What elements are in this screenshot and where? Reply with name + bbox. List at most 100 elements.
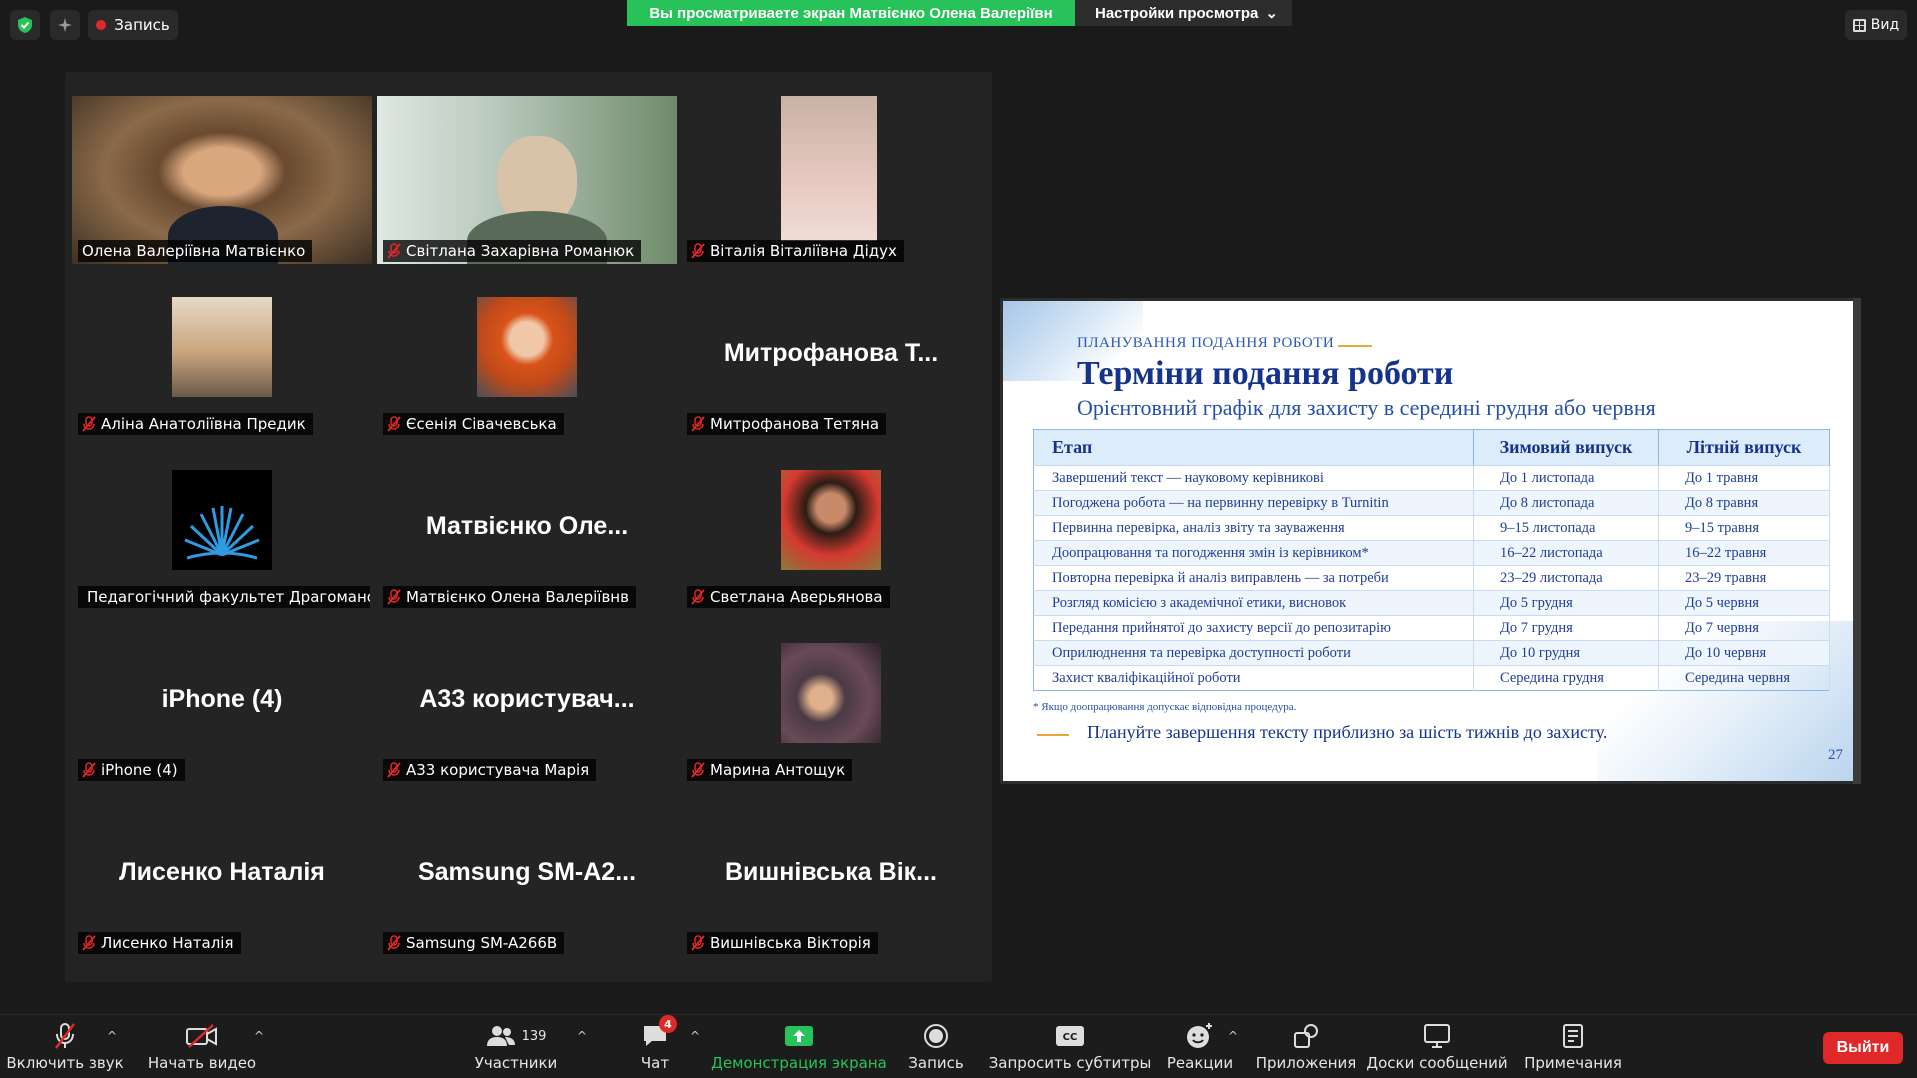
table-cell: До 8 листопада xyxy=(1473,490,1659,516)
muted-mic-icon xyxy=(691,243,705,259)
table-row: Первинна перевірка, аналіз звіту та заув… xyxy=(1033,515,1830,541)
table-cell: Погоджена робота — на первинну перевірку… xyxy=(1033,490,1474,516)
screen-share-banner: Вы просматриваете экран Матвієнко Олена … xyxy=(627,0,1292,26)
table-cell: До 7 грудня xyxy=(1473,615,1659,641)
slide-tip: Плануйте завершення тексту приблизно за … xyxy=(1087,722,1608,742)
reactions-button[interactable]: Реакции xyxy=(1166,1019,1234,1077)
participant-tile[interactable]: Світлана Захарівна Романюк xyxy=(377,96,677,264)
svg-text:CC: CC xyxy=(1063,1032,1078,1043)
notes-icon xyxy=(1563,1024,1583,1048)
participant-name: Педагогічний факультет Драгомано... xyxy=(87,588,370,606)
muted-mic-icon xyxy=(691,935,705,951)
participant-tile[interactable]: Samsung SM-A2... Samsung SM-A266B xyxy=(377,788,677,956)
muted-mic-icon xyxy=(387,762,401,778)
recording-indicator[interactable]: Запись xyxy=(88,10,178,40)
security-shield-icon[interactable] xyxy=(10,10,40,40)
whiteboards-button[interactable]: Доски сообщений xyxy=(1366,1019,1508,1077)
muted-mic-icon xyxy=(55,1023,75,1049)
chat-caret-icon[interactable]: ^ xyxy=(690,1029,700,1043)
participant-tile[interactable]: А33 користувач... А33 користувача Марія xyxy=(377,615,677,783)
muted-mic-icon xyxy=(82,416,96,432)
video-off-icon xyxy=(186,1024,217,1048)
participants-button[interactable]: 139 Участники xyxy=(475,1019,557,1077)
participants-caret-icon[interactable]: ^ xyxy=(577,1029,587,1043)
table-row: Повторна перевірка й аналіз виправлень —… xyxy=(1033,565,1830,591)
view-options-dropdown[interactable]: Настройки просмотра ⌄ xyxy=(1075,0,1292,26)
request-captions-button[interactable]: CC Запросить субтитры xyxy=(989,1019,1151,1077)
participant-name-label: Аліна Анатоліївна Предик xyxy=(78,413,313,435)
table-cell: Повторна перевірка й аналіз виправлень —… xyxy=(1033,565,1474,591)
table-cell: 16–22 листопада xyxy=(1473,540,1659,566)
participant-name: Аліна Анатоліївна Предик xyxy=(101,415,306,433)
reactions-smiley-icon xyxy=(1187,1023,1212,1048)
start-video-button[interactable]: Начать видео xyxy=(148,1019,256,1077)
participant-display-name: Вишнівська Вік... xyxy=(724,857,938,886)
participant-name: Марина Антощук xyxy=(710,761,846,779)
table-header: Зимовий випуск xyxy=(1473,429,1659,466)
slide-footnote: * Якщо доопрацювання допускає відповідна… xyxy=(1033,701,1297,713)
participant-name-label: Віталія Віталіївна Дідух xyxy=(687,240,904,262)
record-button[interactable]: Запись xyxy=(906,1019,966,1077)
participant-tile[interactable]: Педагогічний факультет Драгомано... xyxy=(72,442,372,610)
share-banner-text: Вы просматриваете экран Матвієнко Олена … xyxy=(627,0,1075,26)
leave-button[interactable]: Выйти xyxy=(1823,1032,1903,1064)
captions-icon: CC xyxy=(1056,1026,1084,1046)
participant-name-label: Педагогічний факультет Драгомано... xyxy=(78,586,370,608)
audio-options-caret-icon[interactable]: ^ xyxy=(107,1029,117,1043)
whiteboards-label: Доски сообщений xyxy=(1366,1054,1508,1072)
participant-tile[interactable]: Лисенко Наталія Лисенко Наталія xyxy=(72,788,372,956)
table-cell: 9–15 листопада xyxy=(1473,515,1659,541)
whiteboard-icon xyxy=(1424,1024,1450,1048)
participant-name: Світлана Захарівна Романюк xyxy=(406,242,635,260)
participant-display-name: iPhone (4) xyxy=(161,684,283,713)
participant-name: Віталія Віталіївна Дідух xyxy=(710,242,897,260)
participant-name-label: Митрофанова Тетяна xyxy=(687,413,887,435)
participant-name-label: Матвієнко Олена Валеріївнв xyxy=(383,586,636,608)
share-screen-button[interactable]: Демонстрация экрана xyxy=(711,1019,887,1077)
table-cell: 23–29 листопада xyxy=(1473,565,1659,591)
participant-name-label: Світлана Захарівна Романюк xyxy=(383,240,642,262)
table-cell: Оприлюднення та перевірка доступності ро… xyxy=(1033,640,1474,666)
table-cell: 23–29 травня xyxy=(1658,565,1830,591)
ai-companion-icon[interactable] xyxy=(50,10,80,40)
participant-name: Олена Валеріївна Матвієнко xyxy=(82,242,306,260)
muted-mic-icon xyxy=(691,762,705,778)
participant-tile[interactable]: Светлана Аверьянова xyxy=(681,442,981,610)
participant-tile[interactable]: Олена Валеріївна Матвієнко xyxy=(72,96,372,264)
participant-gallery: Олена Валеріївна Матвієнко Світлана Захар… xyxy=(65,72,992,982)
reactions-caret-icon[interactable]: ^ xyxy=(1228,1029,1238,1043)
chevron-down-icon: ⌄ xyxy=(1265,5,1278,22)
participant-tile[interactable]: Митрофанова Т... Митрофанова Тетяна xyxy=(681,269,981,437)
participant-tile[interactable]: iPhone (4) iPhone (4) xyxy=(72,615,372,783)
participant-tile[interactable]: Єсенія Сівачевська xyxy=(377,269,677,437)
participant-tile[interactable]: Матвієнко Оле... Матвієнко Олена Валеріїв… xyxy=(377,442,677,610)
recording-dot-icon xyxy=(96,20,107,30)
share-screen-label: Демонстрация экрана xyxy=(711,1054,887,1072)
unmute-label: Включить звук xyxy=(6,1054,124,1072)
shared-screen-slide: ПЛАНУВАННЯ ПОДАННЯ РОБОТИ Терміни поданн… xyxy=(1000,298,1860,784)
participant-name-label: Samsung SM-A266B xyxy=(383,932,565,954)
view-button[interactable]: Вид xyxy=(1845,10,1907,40)
muted-mic-icon xyxy=(387,589,401,605)
record-icon xyxy=(924,1024,948,1048)
slide-accent-line xyxy=(1338,345,1372,347)
participant-name: iPhone (4) xyxy=(101,761,178,779)
participant-name: Вишнівська Вікторія xyxy=(710,934,871,952)
participant-tile[interactable]: Аліна Анатоліївна Предик xyxy=(72,269,372,437)
participant-name-label: Светлана Аверьянова xyxy=(687,586,890,608)
slide-kicker: ПЛАНУВАННЯ ПОДАННЯ РОБОТИ xyxy=(1077,335,1335,351)
participant-name-label: iPhone (4) xyxy=(78,759,185,781)
participant-tile[interactable]: Віталія Віталіївна Дідух xyxy=(681,96,981,264)
muted-mic-icon xyxy=(691,589,705,605)
apps-button[interactable]: Приложения xyxy=(1256,1019,1356,1077)
participants-label: Участники xyxy=(474,1054,558,1072)
participant-tile[interactable]: Вишнівська Вік... Вишнівська Вікторія xyxy=(681,788,981,956)
chat-button[interactable]: 4 Чат xyxy=(630,1015,680,1077)
notes-button[interactable]: Примечания xyxy=(1524,1019,1622,1077)
participant-tile[interactable]: Марина Антощук xyxy=(681,615,981,783)
record-label: Запись xyxy=(908,1054,964,1072)
participant-name: Samsung SM-A266B xyxy=(406,934,558,952)
video-options-caret-icon[interactable]: ^ xyxy=(254,1029,264,1043)
participant-name-label: А33 користувача Марія xyxy=(383,759,597,781)
unmute-button[interactable]: Включить звук xyxy=(6,1019,124,1077)
